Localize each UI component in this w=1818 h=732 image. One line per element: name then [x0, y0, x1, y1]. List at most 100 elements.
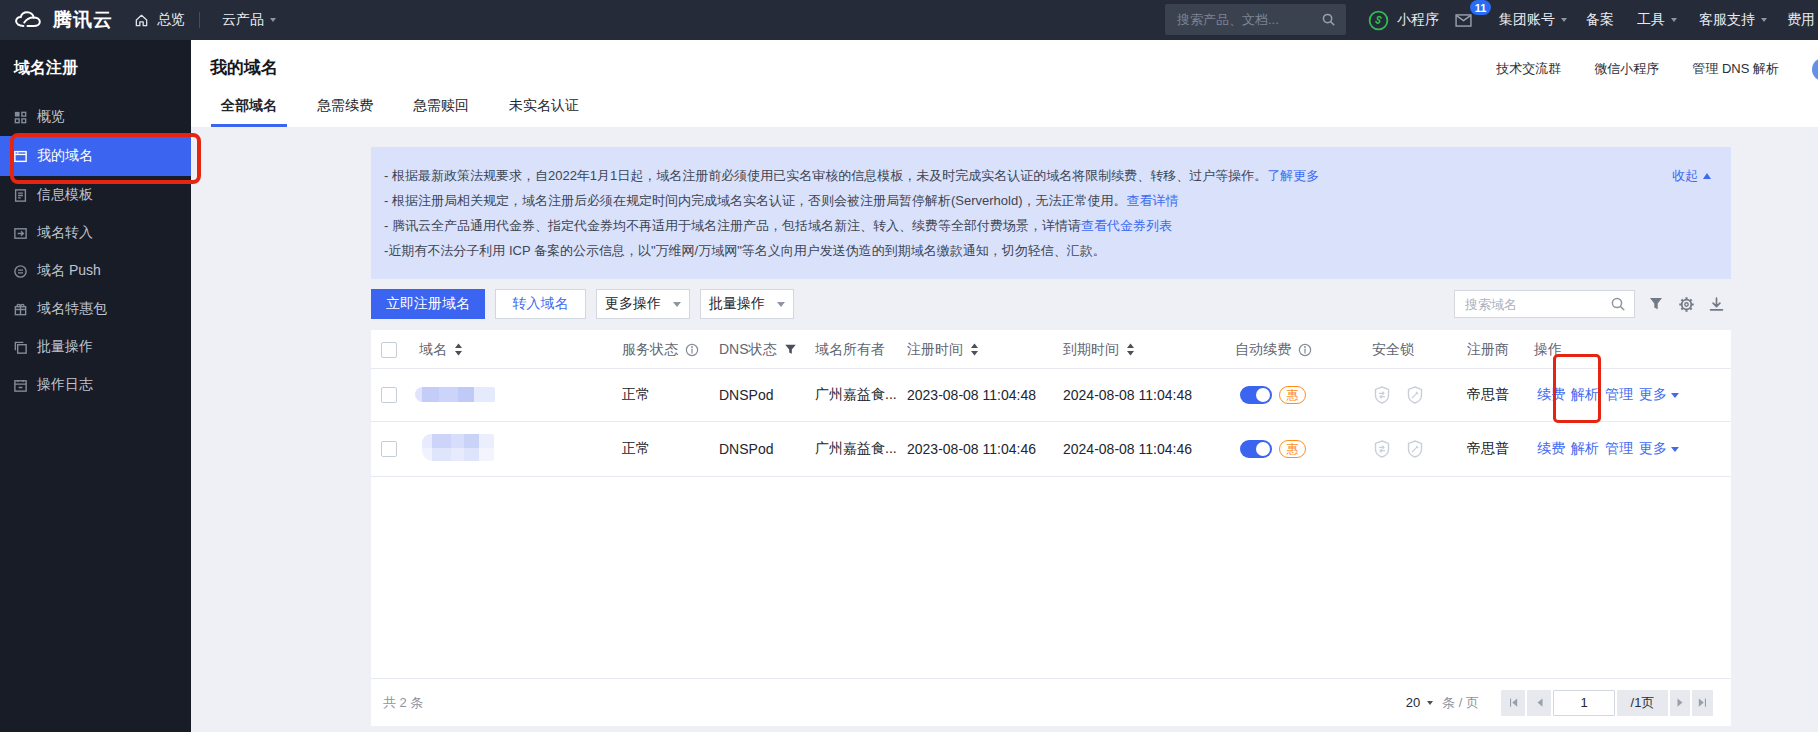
gear-icon[interactable] [1678, 296, 1695, 313]
topbar-search-input[interactable] [1165, 12, 1321, 27]
sidebar-item-overview[interactable]: 概览 [0, 98, 191, 136]
page-size-select[interactable]: 20 [1406, 695, 1433, 710]
notice-line: - 腾讯云全产品通用代金券、指定代金券均不再适用于域名注册产品，包括域名新注、转… [384, 213, 1611, 238]
pagination: 20 条 / 页 /1页 [1406, 690, 1713, 716]
update-lock-shield-icon[interactable] [1405, 439, 1425, 459]
sort-icon[interactable] [454, 343, 463, 356]
wechat-mini-program-link[interactable]: 微信小程序 [1594, 60, 1659, 78]
sort-icon[interactable] [970, 343, 979, 356]
info-icon[interactable] [1298, 343, 1312, 357]
filter-icon[interactable] [784, 343, 797, 356]
select-all-checkbox[interactable] [381, 342, 397, 358]
collapse-banner-button[interactable]: 收起 [1672, 163, 1711, 188]
domain-owner: 广州嘉益食... [815, 422, 897, 476]
tab-all-domains[interactable]: 全部域名 [211, 97, 287, 127]
col-owner: 域名所有者 [815, 341, 885, 359]
topbar-icp-filing[interactable]: 备案 [1586, 0, 1614, 40]
expire-time: 2024-08-08 11:04:46 [1063, 422, 1192, 476]
sidebar-item-label: 我的域名 [37, 147, 93, 165]
promo-badge[interactable]: 惠 [1279, 440, 1306, 458]
sidebar-item-domain-push[interactable]: 域名 Push [0, 252, 191, 290]
expire-time: 2024-08-08 11:04:48 [1063, 369, 1192, 421]
voucher-list-link[interactable]: 查看代金券列表 [1081, 218, 1172, 233]
row-checkbox[interactable] [381, 441, 397, 457]
tab-renewal-needed[interactable]: 急需续费 [307, 97, 383, 127]
renew-link[interactable]: 续费 [1537, 440, 1565, 458]
resolve-link[interactable]: 解析 [1571, 386, 1599, 404]
register-domain-button[interactable]: 立即注册域名 [371, 289, 485, 319]
auto-renew-toggle[interactable] [1240, 440, 1272, 458]
topbar-support-menu[interactable]: 客服支持 [1699, 0, 1767, 40]
topbar-group-account[interactable]: 集团账号 [1499, 0, 1567, 40]
more-operations-dropdown[interactable]: 更多操作 [596, 289, 690, 319]
topbar-mini-program[interactable]: 小程序 [1368, 0, 1439, 40]
tab-redeem-needed[interactable]: 急需赎回 [403, 97, 479, 127]
sidebar-item-domain-transfer-in[interactable]: 域名转入 [0, 214, 191, 252]
update-lock-shield-icon[interactable] [1405, 385, 1425, 405]
last-page-button[interactable] [1692, 690, 1713, 716]
tab-not-verified[interactable]: 未实名认证 [499, 97, 589, 127]
tech-group-link[interactable]: 技术交流群 [1496, 60, 1561, 78]
sidebar-title: 域名注册 [0, 40, 191, 86]
topbar-overview[interactable]: 总览 [134, 0, 185, 40]
topbar-billing-menu[interactable]: 费用 [1787, 0, 1815, 40]
manage-link[interactable]: 管理 [1605, 440, 1633, 458]
domain-search[interactable] [1454, 290, 1635, 318]
sidebar-item-batch-operation[interactable]: 批量操作 [0, 328, 191, 366]
dns-status: DNSPod [719, 369, 773, 421]
toggle-knob [1256, 442, 1270, 456]
promo-badge[interactable]: 惠 [1279, 386, 1306, 404]
toolbar: 立即注册域名 转入域名 更多操作 批量操作 [371, 289, 1731, 319]
sidebar-item-my-domains[interactable]: 我的域名 [0, 136, 191, 176]
download-icon[interactable] [1708, 296, 1725, 313]
row-checkbox[interactable] [381, 387, 397, 403]
transfer-in-button[interactable]: 转入域名 [495, 289, 586, 319]
topbar-products-menu[interactable]: 云产品 [222, 0, 276, 40]
renew-link[interactable]: 续费 [1537, 386, 1565, 404]
toggle-knob [1256, 388, 1270, 402]
brand[interactable]: 腾讯云 [12, 0, 113, 40]
sidebar-item-domain-package[interactable]: 域名特惠包 [0, 290, 191, 328]
manage-dns-link[interactable]: 管理 DNS 解析 [1692, 60, 1779, 78]
prev-page-button[interactable] [1527, 690, 1551, 716]
sidebar-menu: 概览 我的域名 信息模板 域名转入 域名 Push [0, 98, 191, 404]
next-page-button[interactable] [1670, 690, 1690, 716]
redacted-domain-name[interactable] [415, 387, 495, 402]
toolbar-right [1454, 290, 1731, 318]
support-label: 客服支持 [1699, 11, 1755, 29]
first-page-button[interactable] [1501, 690, 1525, 716]
page-number-input[interactable] [1553, 690, 1615, 716]
domain-search-input[interactable] [1455, 297, 1610, 312]
search-icon[interactable] [1321, 12, 1336, 27]
view-details-link[interactable]: 查看详情 [1126, 193, 1178, 208]
page-head-links: 技术交流群 微信小程序 管理 DNS 解析 [1496, 60, 1779, 78]
notice-line: - 根据最新政策法规要求，自2022年1月1日起，域名注册前必须使用已实名审核的… [384, 163, 1611, 188]
sidebar-item-label: 信息模板 [37, 186, 93, 204]
topbar-search[interactable] [1165, 4, 1346, 35]
sidebar-item-info-template[interactable]: 信息模板 [0, 176, 191, 214]
more-link[interactable]: 更多 [1639, 440, 1679, 458]
learn-more-link[interactable]: 了解更多 [1267, 168, 1319, 183]
batch-operations-dropdown[interactable]: 批量操作 [700, 289, 794, 319]
chevron-down-icon [1671, 393, 1679, 398]
transfer-lock-shield-icon[interactable] [1372, 385, 1392, 405]
table-empty-space [371, 477, 1731, 678]
gift-box-icon [13, 302, 28, 317]
manage-link[interactable]: 管理 [1605, 386, 1633, 404]
more-link[interactable]: 更多 [1639, 386, 1679, 404]
auto-renew-toggle[interactable] [1240, 386, 1272, 404]
topbar-tools-menu[interactable]: 工具 [1637, 0, 1677, 40]
message-count-badge[interactable]: 11 [1470, 0, 1491, 15]
transfer-lock-shield-icon[interactable] [1372, 439, 1392, 459]
sidebar-item-operation-log[interactable]: 操作日志 [0, 366, 191, 404]
filter-icon[interactable] [1648, 296, 1665, 313]
resolve-link[interactable]: 解析 [1571, 440, 1599, 458]
col-dns-status: DNS状态 [719, 341, 777, 359]
search-icon[interactable] [1610, 296, 1626, 312]
sidebar-item-label: 域名转入 [37, 224, 93, 242]
info-icon[interactable] [685, 343, 699, 357]
table-row: 正常 DNSPod 广州嘉益食... 2023-08-08 11:04:48 2… [371, 369, 1731, 422]
redacted-domain-name[interactable] [422, 434, 494, 461]
sort-icon[interactable] [1126, 343, 1135, 356]
copy-stack-icon [13, 340, 28, 355]
